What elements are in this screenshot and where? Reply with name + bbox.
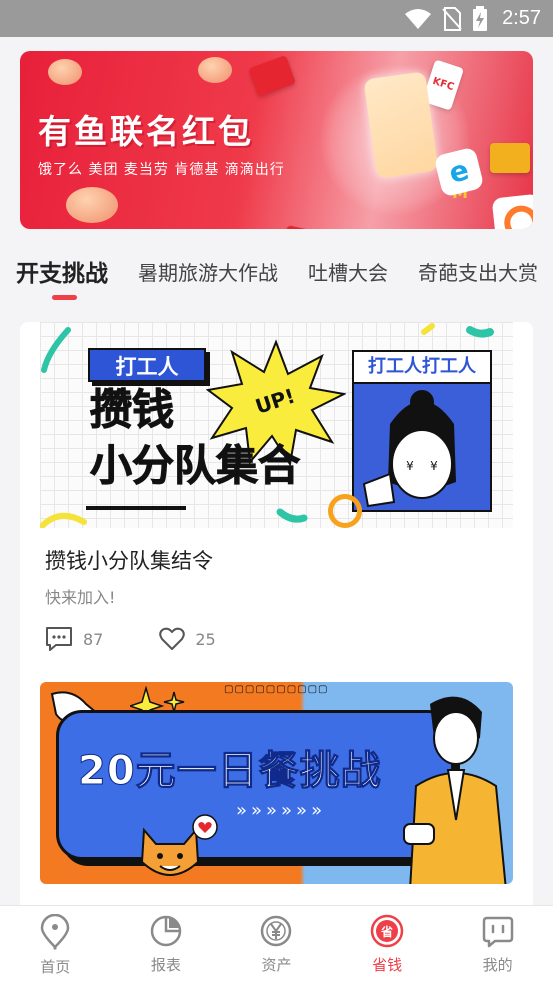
yuan-coin-icon: [259, 914, 293, 954]
nav-profile[interactable]: 我的: [443, 906, 553, 975]
svg-text:¥: ¥: [430, 459, 438, 473]
nav-label: 资产: [261, 956, 292, 974]
didi-logo: [491, 193, 533, 229]
wifi-icon: [404, 8, 432, 30]
post-title[interactable]: 攒钱小分队集结令: [45, 545, 213, 575]
category-tabs: 开支挑战 暑期旅游大作战 吐槽大会 奇葩支出大赏: [0, 246, 553, 296]
banner-brands: 饿了么 美团 麦当劳 肯德基 滴滴出行: [38, 162, 285, 178]
nav-assets[interactable]: 资产: [221, 906, 331, 975]
battery-charging-icon: [472, 5, 488, 32]
poster-side-head: 打工人打工人: [354, 352, 490, 384]
poster-headline: 攒钱 小分队集合: [80, 382, 350, 510]
comment-count: 87: [83, 629, 104, 649]
save-money-icon: 省: [370, 914, 404, 954]
poster-tag: 打工人: [88, 348, 206, 382]
nav-reports[interactable]: 报表: [111, 906, 221, 975]
post-stats: 87 25: [45, 626, 272, 652]
comment-icon: [45, 626, 73, 652]
nav-label: 省钱: [372, 956, 403, 974]
businessman-illustration: [403, 696, 507, 884]
nav-save-money[interactable]: 省 省钱: [332, 906, 442, 975]
nav-label: 报表: [150, 956, 181, 974]
pie-chart-icon: [149, 914, 183, 954]
poster-arrows: »»»»»»: [236, 800, 327, 821]
status-bar: 2:57: [0, 0, 553, 37]
poster-underline: [86, 506, 186, 510]
red-packet-decoration: [281, 225, 327, 229]
post-image[interactable]: 打工人 UP! 攒钱 小分队集合 打工人打工人 ¥ ¥: [40, 322, 513, 528]
nav-label: 首页: [40, 958, 71, 976]
svg-text:¥: ¥: [406, 459, 414, 473]
tab-weird-expenses[interactable]: 奇葩支出大赏: [402, 257, 552, 286]
like-stat[interactable]: 25: [159, 627, 216, 651]
poster-line-2: 小分队集合: [90, 441, 301, 491]
poster-title: 20元一日餐挑战: [78, 748, 382, 795]
gift-box-decoration: [490, 143, 530, 173]
location-pin-icon: [39, 914, 71, 956]
coin-decoration: [198, 57, 232, 83]
nav-home[interactable]: 首页: [0, 906, 110, 977]
comment-stat[interactable]: 87: [45, 626, 103, 652]
nav-label: 我的: [482, 956, 513, 974]
coin-decoration: [48, 59, 82, 85]
bottom-navigation: 首页 报表 资产 省 省钱 我的: [0, 905, 553, 983]
tab-spending-challenge[interactable]: 开支挑战: [0, 254, 122, 288]
worker-face-illustration: ¥ ¥: [362, 390, 456, 508]
active-tab-indicator: [52, 295, 77, 300]
profile-face-icon: [481, 914, 515, 954]
promo-banner[interactable]: KFC M e 有鱼联名红包 饿了么 美团 麦当劳 肯德基 滴滴出行: [20, 51, 533, 229]
post-image[interactable]: ▢▢▢▢▢▢▢▢▢▢ 20元一日餐挑战 »»»»»»: [40, 682, 513, 884]
tab-summer-travel[interactable]: 暑期旅游大作战: [122, 257, 292, 286]
heart-icon: [159, 627, 186, 651]
like-count: 25: [195, 629, 216, 649]
poster-side-panel: 打工人打工人 ¥ ¥: [352, 350, 492, 512]
poster-line-1: 攒钱: [89, 385, 175, 435]
no-sim-icon: [442, 6, 462, 31]
eleme-logo: e: [433, 146, 485, 198]
heart-bubble-icon: [192, 814, 218, 840]
coin-decoration: [66, 187, 118, 223]
ring-decoration: [328, 494, 362, 528]
status-time: 2:57: [502, 7, 541, 29]
banner-title: 有鱼联名红包: [38, 112, 254, 151]
svg-text:省: 省: [380, 924, 393, 939]
red-packet-decoration: [248, 55, 296, 97]
tab-rant-meeting[interactable]: 吐槽大会: [292, 257, 402, 286]
post-subtitle: 快来加入!: [45, 588, 116, 607]
poster-dot-strip: ▢▢▢▢▢▢▢▢▢▢: [224, 684, 329, 695]
